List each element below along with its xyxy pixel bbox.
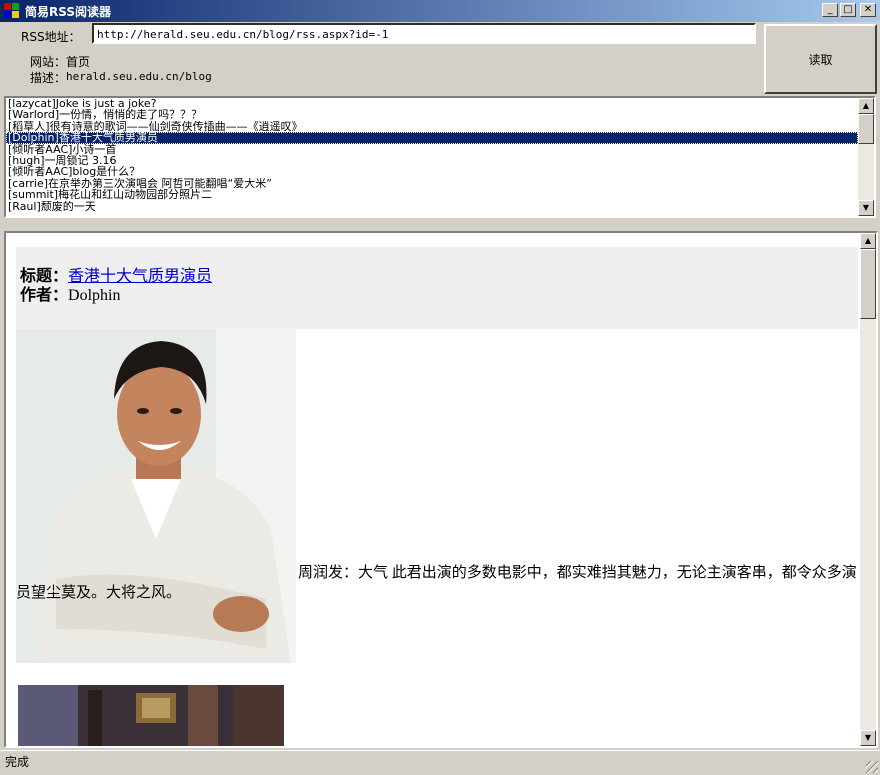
scroll-down-arrow-icon[interactable]: ▼ (858, 200, 874, 216)
article-body: 周润发：大气 此君出演的多数电影中，都实难挡其魅力，无论主演客串，都令众多演员望… (16, 565, 857, 601)
read-button[interactable]: 读取 (764, 24, 877, 94)
post-listbox[interactable]: [lazycat]Joke is just a joke? [Warlord]一份… (4, 96, 876, 218)
scroll-up-arrow-icon[interactable]: ▲ (858, 98, 874, 114)
scroll-thumb[interactable] (860, 249, 876, 319)
resize-grip-icon[interactable] (866, 761, 878, 773)
maximize-button[interactable]: □ (840, 3, 856, 17)
close-button[interactable]: ✕ (860, 3, 876, 17)
browser-scrollbar[interactable]: ▲ ▼ (860, 233, 876, 746)
description-label: 描述： (30, 71, 67, 85)
title-label: 标题： (20, 268, 69, 285)
rss-url-input[interactable]: http://herald.seu.edu.cn/blog/rss.aspx?i… (92, 23, 756, 44)
list-item[interactable]: [carrie]在京举办第三次演唱会 阿哲可能翻唱“爱大米” (6, 178, 858, 189)
article-header: 标题：香港十大气质男演员 作者：Dolphin (16, 247, 858, 329)
article-browser[interactable]: 标题：香港十大气质男演员 作者：Dolphin 周润发：大气 此君出演的多数电影… (4, 231, 878, 748)
article-photo (16, 329, 296, 663)
scroll-up-arrow-icon[interactable]: ▲ (860, 233, 876, 249)
list-item[interactable]: [倾听者AAC]blog是什么？ (6, 166, 858, 177)
list-item[interactable]: [lazycat]Joke is just a joke? (6, 98, 858, 109)
list-item[interactable]: [稻草人]很有诗意的歌词——仙剑奇侠传插曲——《逍遥叹》 (6, 121, 858, 132)
portrait-image (16, 329, 296, 663)
title-bar: 简易RSS阅读器 _ □ ✕ (0, 0, 880, 22)
article-title-link[interactable]: 香港十大气质男演员 (68, 268, 212, 285)
list-item[interactable]: [Warlord]一份情，悄悄的走了吗？？？ (6, 109, 858, 120)
list-item[interactable]: [Dolphin]香港十大气质男演员 (6, 132, 858, 144)
rss-url-label: RSS地址： (21, 30, 81, 44)
description-value: herald.seu.edu.cn/blog (66, 70, 212, 83)
minimize-button[interactable]: _ (822, 3, 838, 17)
app-icon (4, 3, 20, 19)
window-title: 简易RSS阅读器 (25, 4, 111, 19)
scroll-thumb[interactable] (858, 114, 874, 144)
list-item[interactable]: [hugh]一周锁记 3.16 (6, 155, 858, 166)
list-item[interactable]: [Raul]颓废的一天 (6, 201, 858, 212)
list-item[interactable]: [倾听者AAC]小诗一首 (6, 144, 858, 155)
scroll-down-arrow-icon[interactable]: ▼ (860, 730, 876, 746)
status-text: 完成 (5, 755, 30, 769)
site-label: 网站： (30, 55, 67, 69)
author-value: Dolphin (68, 287, 121, 304)
second-photo (18, 685, 284, 746)
author-label: 作者： (20, 287, 69, 304)
list-scrollbar[interactable]: ▲ ▼ (858, 98, 874, 216)
interior-image (18, 685, 284, 746)
list-item[interactable]: [summit]梅花山和红山动物园部分照片二 (6, 189, 858, 200)
status-bar: 完成 (0, 750, 880, 775)
site-value: 首页 (66, 55, 91, 69)
